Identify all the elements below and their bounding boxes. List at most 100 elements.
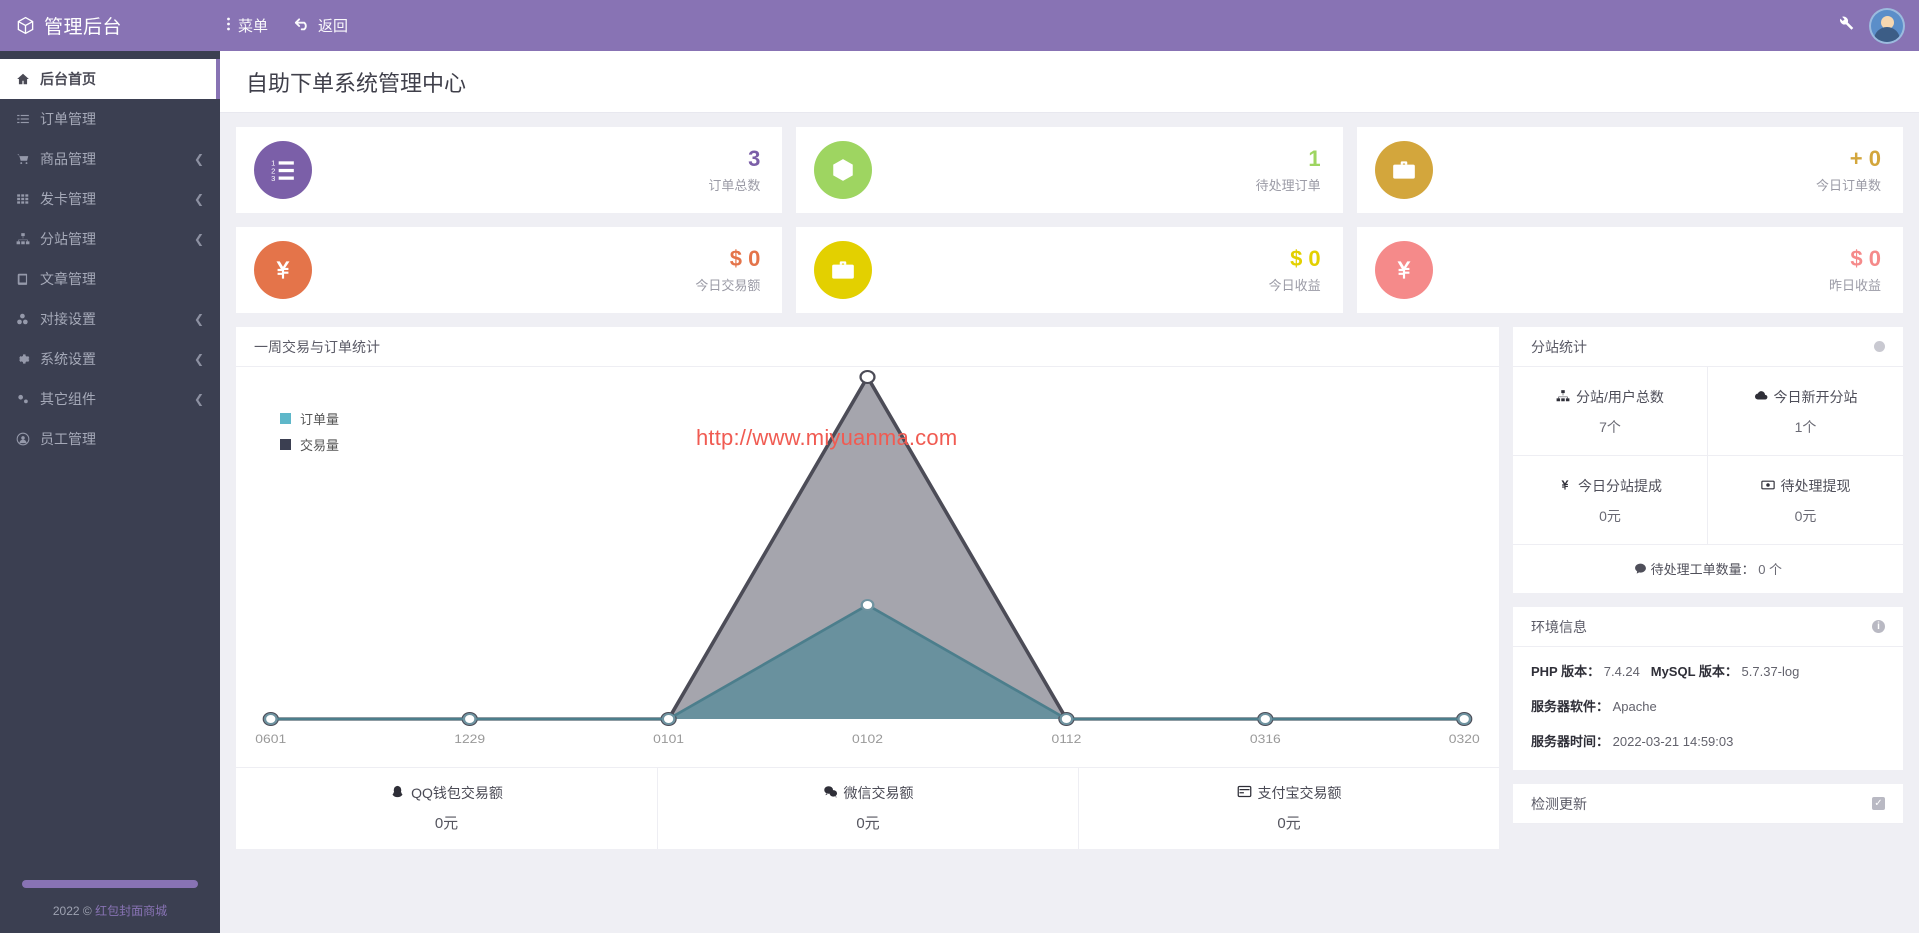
gear-icon <box>16 352 40 366</box>
stat-value: $ 0 <box>1850 245 1881 271</box>
chart-panel-title: 一周交易与订单统计 <box>254 338 380 355</box>
back-button[interactable]: 返回 <box>294 15 348 36</box>
yen-icon <box>1374 241 1433 299</box>
sidebar-item-label: 发卡管理 <box>40 191 96 207</box>
substation-footer-value: 0 个 <box>1758 562 1783 577</box>
svg-text:0112: 0112 <box>1051 732 1081 746</box>
legend-swatch <box>280 412 291 424</box>
cube-icon <box>16 16 35 35</box>
stat-label: 订单总数 <box>708 178 761 194</box>
cloud-icon <box>1754 389 1768 406</box>
sidebar-item-10[interactable]: 员工管理 <box>0 419 220 459</box>
sidebar-item-8[interactable]: 系统设置 ❮ <box>0 339 220 379</box>
substation-panel-title: 分站统计 <box>1531 338 1587 355</box>
sitemap-icon <box>16 232 40 246</box>
sidebar-item-1[interactable]: 后台首页 <box>0 59 220 99</box>
substation-cell-value: 1个 <box>1794 419 1817 435</box>
stat-card-6[interactable]: $ 0 昨日收益 <box>1356 227 1903 313</box>
stat-label: 今日收益 <box>1268 278 1321 294</box>
environment-line-1: PHP 版本： 7.4.24 MySQL 版本： 5.7.37-log <box>1531 661 1885 680</box>
payment-cell-3: 支付宝交易额 0元 <box>1078 768 1499 849</box>
payment-cell-2: 微信交易额 0元 <box>657 768 1078 849</box>
brand-title: 管理后台 <box>44 17 123 38</box>
payment-label: 微信交易额 <box>843 785 914 801</box>
sitemap-icon <box>1556 389 1570 406</box>
stat-card-1[interactable]: 1 2 3 3 订单总数 <box>236 127 783 213</box>
brand-logo[interactable]: 管理后台 <box>0 0 220 51</box>
legend-item-orders[interactable]: 订单量 <box>280 405 339 431</box>
right-column: 分站统计 分站/用户总数 7个 今日新开分站 1个 今日分站提成 0元 待处理提现 0元 待处… <box>1513 327 1903 849</box>
sidebar-item-9[interactable]: 其它组件 ❮ <box>0 379 220 419</box>
sidebar-item-6[interactable]: 文章管理 <box>0 259 220 299</box>
wrench-icon[interactable] <box>1837 14 1855 37</box>
cube-icon <box>814 141 873 199</box>
stat-text: $ 0 今日收益 <box>1269 246 1321 294</box>
page-title: 自助下单系统管理中心 <box>246 70 467 96</box>
substation-cell-4: 待处理提现 0元 <box>1708 456 1903 545</box>
update-panel-title: 检测更新 <box>1531 795 1587 812</box>
sidebar-item-2[interactable]: 订单管理 <box>0 99 220 139</box>
environment-panel-header: 环境信息 i <box>1513 607 1903 647</box>
sidebar-item-7[interactable]: 对接设置 ❮ <box>0 299 220 339</box>
stat-value: 1 <box>1308 145 1321 171</box>
user-circle-icon <box>16 432 40 446</box>
stat-card-3[interactable]: + 0 今日订单数 <box>1356 127 1903 213</box>
legend-item-transactions[interactable]: 交易量 <box>280 431 339 457</box>
sidebar-item-label: 订单管理 <box>40 111 96 127</box>
info-icon[interactable]: i <box>1872 620 1885 633</box>
chart-area: 订单量 交易量 http://www.miyuanma.com 0601 1229… <box>236 367 1499 767</box>
briefcase-icon <box>1374 141 1433 199</box>
environment-body: PHP 版本： 7.4.24 MySQL 版本： 5.7.37-log 服务器软件… <box>1513 647 1903 770</box>
avatar[interactable] <box>1869 7 1905 44</box>
environment-value-2: 5.7.37-log <box>1741 664 1800 679</box>
alipay-card-icon <box>1237 784 1252 802</box>
sidebar-item-3[interactable]: 商品管理 ❮ <box>0 139 220 179</box>
substation-cell-2: 今日新开分站 1个 <box>1708 367 1903 456</box>
menu-toggle-label: 菜单 <box>238 18 269 35</box>
substation-cell-value: 0元 <box>1599 508 1621 524</box>
checkbox-icon[interactable]: ✓ <box>1872 797 1885 810</box>
legend-label: 交易量 <box>300 437 340 453</box>
stat-card-grid: 1 2 3 3 订单总数 1 待处理订单 + 0 今日订单数 $ 0 今日交易额 $ 0 今日收益 $ 0… <box>236 127 1903 313</box>
environment-value: 7.4.24 <box>1603 664 1640 679</box>
stat-card-4[interactable]: $ 0 今日交易额 <box>236 227 783 313</box>
environment-value: 2022-03-21 14:59:03 <box>1612 734 1734 749</box>
copyright-link[interactable]: 红包封面商城 <box>95 904 167 918</box>
book-icon <box>16 272 40 286</box>
stat-text: 3 订单总数 <box>708 146 760 194</box>
chart-panel: 一周交易与订单统计 订单量 交易量 http://www.miyuanma.co <box>236 327 1499 849</box>
sidebar-item-label: 后台首页 <box>40 71 96 87</box>
substation-cell-title: 今日分站提成 <box>1513 476 1707 496</box>
stat-label: 今日交易额 <box>695 278 761 294</box>
payment-cell-1: QQ钱包交易额 0元 <box>236 768 657 849</box>
environment-panel-title: 环境信息 <box>1531 618 1587 635</box>
circle-dot-icon[interactable] <box>1874 341 1885 352</box>
stat-card-2[interactable]: 1 待处理订单 <box>796 127 1343 213</box>
stat-value: $ 0 <box>729 245 761 271</box>
menu-toggle-button[interactable]: 菜单 <box>226 15 268 36</box>
svg-text:0102: 0102 <box>852 732 883 746</box>
sidebar-footer: 2022 © 红包封面商城 <box>0 880 220 933</box>
stat-card-5[interactable]: $ 0 今日收益 <box>796 227 1343 313</box>
sidebar-item-label: 系统设置 <box>40 351 96 367</box>
substation-cell-label: 分站/用户总数 <box>1576 389 1664 405</box>
payment-value: 0元 <box>434 815 459 832</box>
sidebar-item-4[interactable]: 发卡管理 ❮ <box>0 179 220 219</box>
lower-grid: 一周交易与订单统计 订单量 交易量 http://www.miyuanma.co <box>236 327 1903 849</box>
content: 1 2 3 3 订单总数 1 待处理订单 + 0 今日订单数 $ 0 今日交易额 $ 0 今日收益 $ 0… <box>220 113 1919 849</box>
update-panel: 检测更新 ✓ <box>1513 784 1903 824</box>
stat-value: 3 <box>748 145 761 171</box>
stat-text: + 0 今日订单数 <box>1816 146 1881 194</box>
environment-line-3: 服务器时间： 2022-03-21 14:59:03 <box>1531 731 1885 750</box>
payment-title: QQ钱包交易额 <box>236 783 657 803</box>
substation-cell-1: 分站/用户总数 7个 <box>1513 367 1708 456</box>
undo-arrow-icon <box>294 16 311 35</box>
top-bar: 管理后台 菜单 返回 <box>0 0 1919 51</box>
nodes-icon <box>16 312 40 326</box>
main-area: 自助下单系统管理中心 1 2 3 3 订单总数 1 待处理订单 + 0 今日订单数 $ 0 今日交易… <box>220 51 1919 933</box>
qq-penguin-icon <box>390 784 405 802</box>
payment-label: 支付宝交易额 <box>1257 785 1342 801</box>
payment-title: 微信交易额 <box>658 783 1078 803</box>
sidebar-item-label: 对接设置 <box>40 311 96 327</box>
sidebar-item-5[interactable]: 分站管理 ❮ <box>0 219 220 259</box>
